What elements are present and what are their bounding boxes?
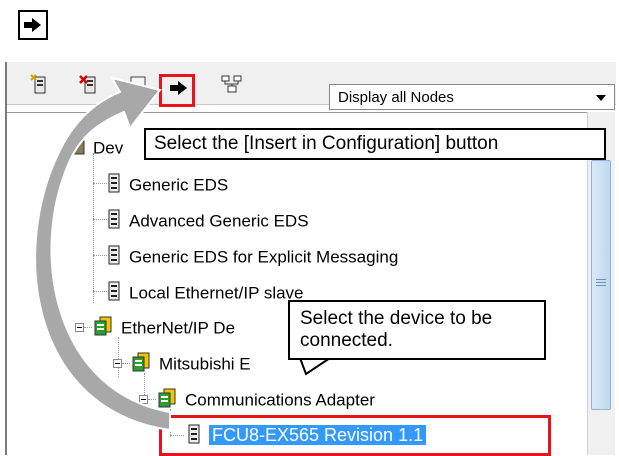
device-callout-line2: connected. xyxy=(300,330,393,351)
device-callout-line1: Select the device to be xyxy=(300,308,493,329)
device-callout: Select the device to be connected. xyxy=(288,300,546,360)
callout-pointer xyxy=(299,357,331,376)
